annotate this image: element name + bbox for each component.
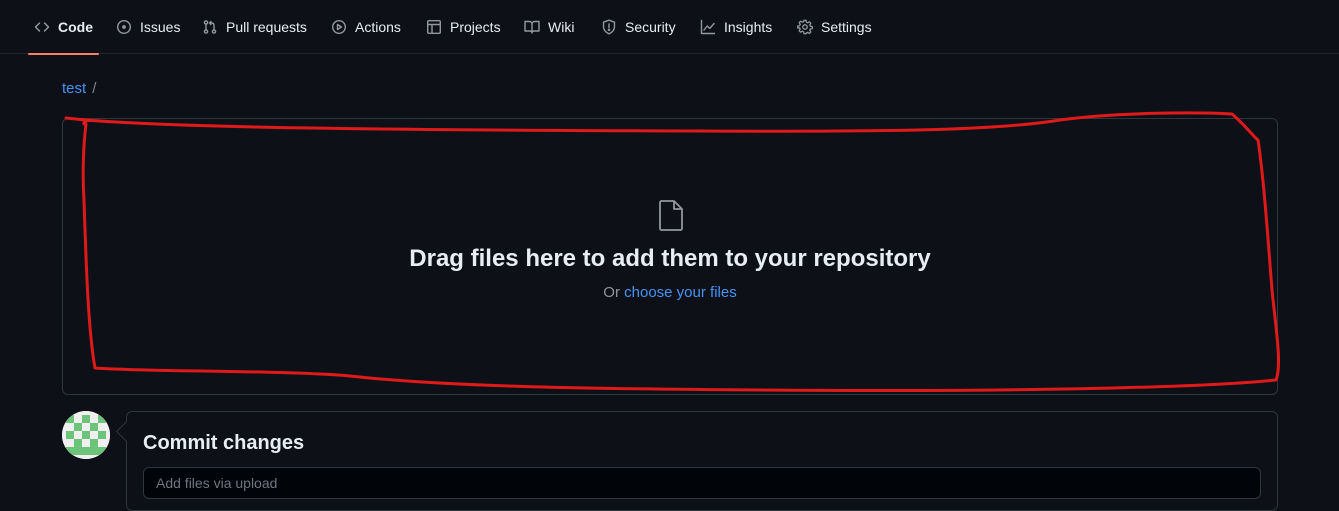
commit-changes-title: Commit changes [143,432,305,454]
tab-pull-requests[interactable]: Pull requests [202,0,307,54]
gear-icon [797,19,813,35]
table-icon [426,19,442,35]
tab-issues[interactable]: Issues [116,0,180,54]
shield-icon [601,19,617,35]
tab-actions-label: Actions [355,19,401,35]
tab-code[interactable]: Code [28,0,99,55]
tab-projects-label: Projects [450,19,501,35]
tab-wiki-label: Wiki [548,19,575,35]
commit-changes-panel: Commit changes [126,411,1278,511]
avatar [62,411,110,459]
file-drop-zone[interactable]: Drag files here to add them to your repo… [62,118,1278,395]
drop-zone-subtitle: Or choose your files [63,284,1277,301]
tab-insights-label: Insights [724,19,773,35]
drop-zone-or-text: Or [603,284,620,301]
breadcrumb-repo-link[interactable]: test [62,80,86,97]
file-icon [657,199,685,231]
tab-settings[interactable]: Settings [797,0,872,54]
book-icon [524,19,540,35]
tab-security-label: Security [625,19,676,35]
play-icon [331,19,347,35]
breadcrumb: test / [62,80,96,97]
tab-code-label: Code [58,19,93,35]
code-icon [34,19,50,35]
tab-settings-label: Settings [821,19,872,35]
issue-opened-icon [116,19,132,35]
tab-issues-label: Issues [140,19,181,35]
graph-icon [700,19,716,35]
breadcrumb-separator: / [92,80,97,97]
drop-zone-title: Drag files here to add them to your repo… [409,245,931,272]
tab-wiki[interactable]: Wiki [524,0,574,54]
commit-message-input[interactable] [143,467,1261,499]
tab-pull-requests-label: Pull requests [226,19,307,35]
tab-projects[interactable]: Projects [426,0,501,54]
tab-security[interactable]: Security [601,0,676,54]
tab-actions[interactable]: Actions [331,0,401,54]
choose-files-link[interactable]: choose your files [624,284,737,301]
tab-insights[interactable]: Insights [700,0,772,54]
git-pull-request-icon [202,19,218,35]
repo-navigation: Code Issues Pull requests Actions Projec… [0,0,1339,55]
